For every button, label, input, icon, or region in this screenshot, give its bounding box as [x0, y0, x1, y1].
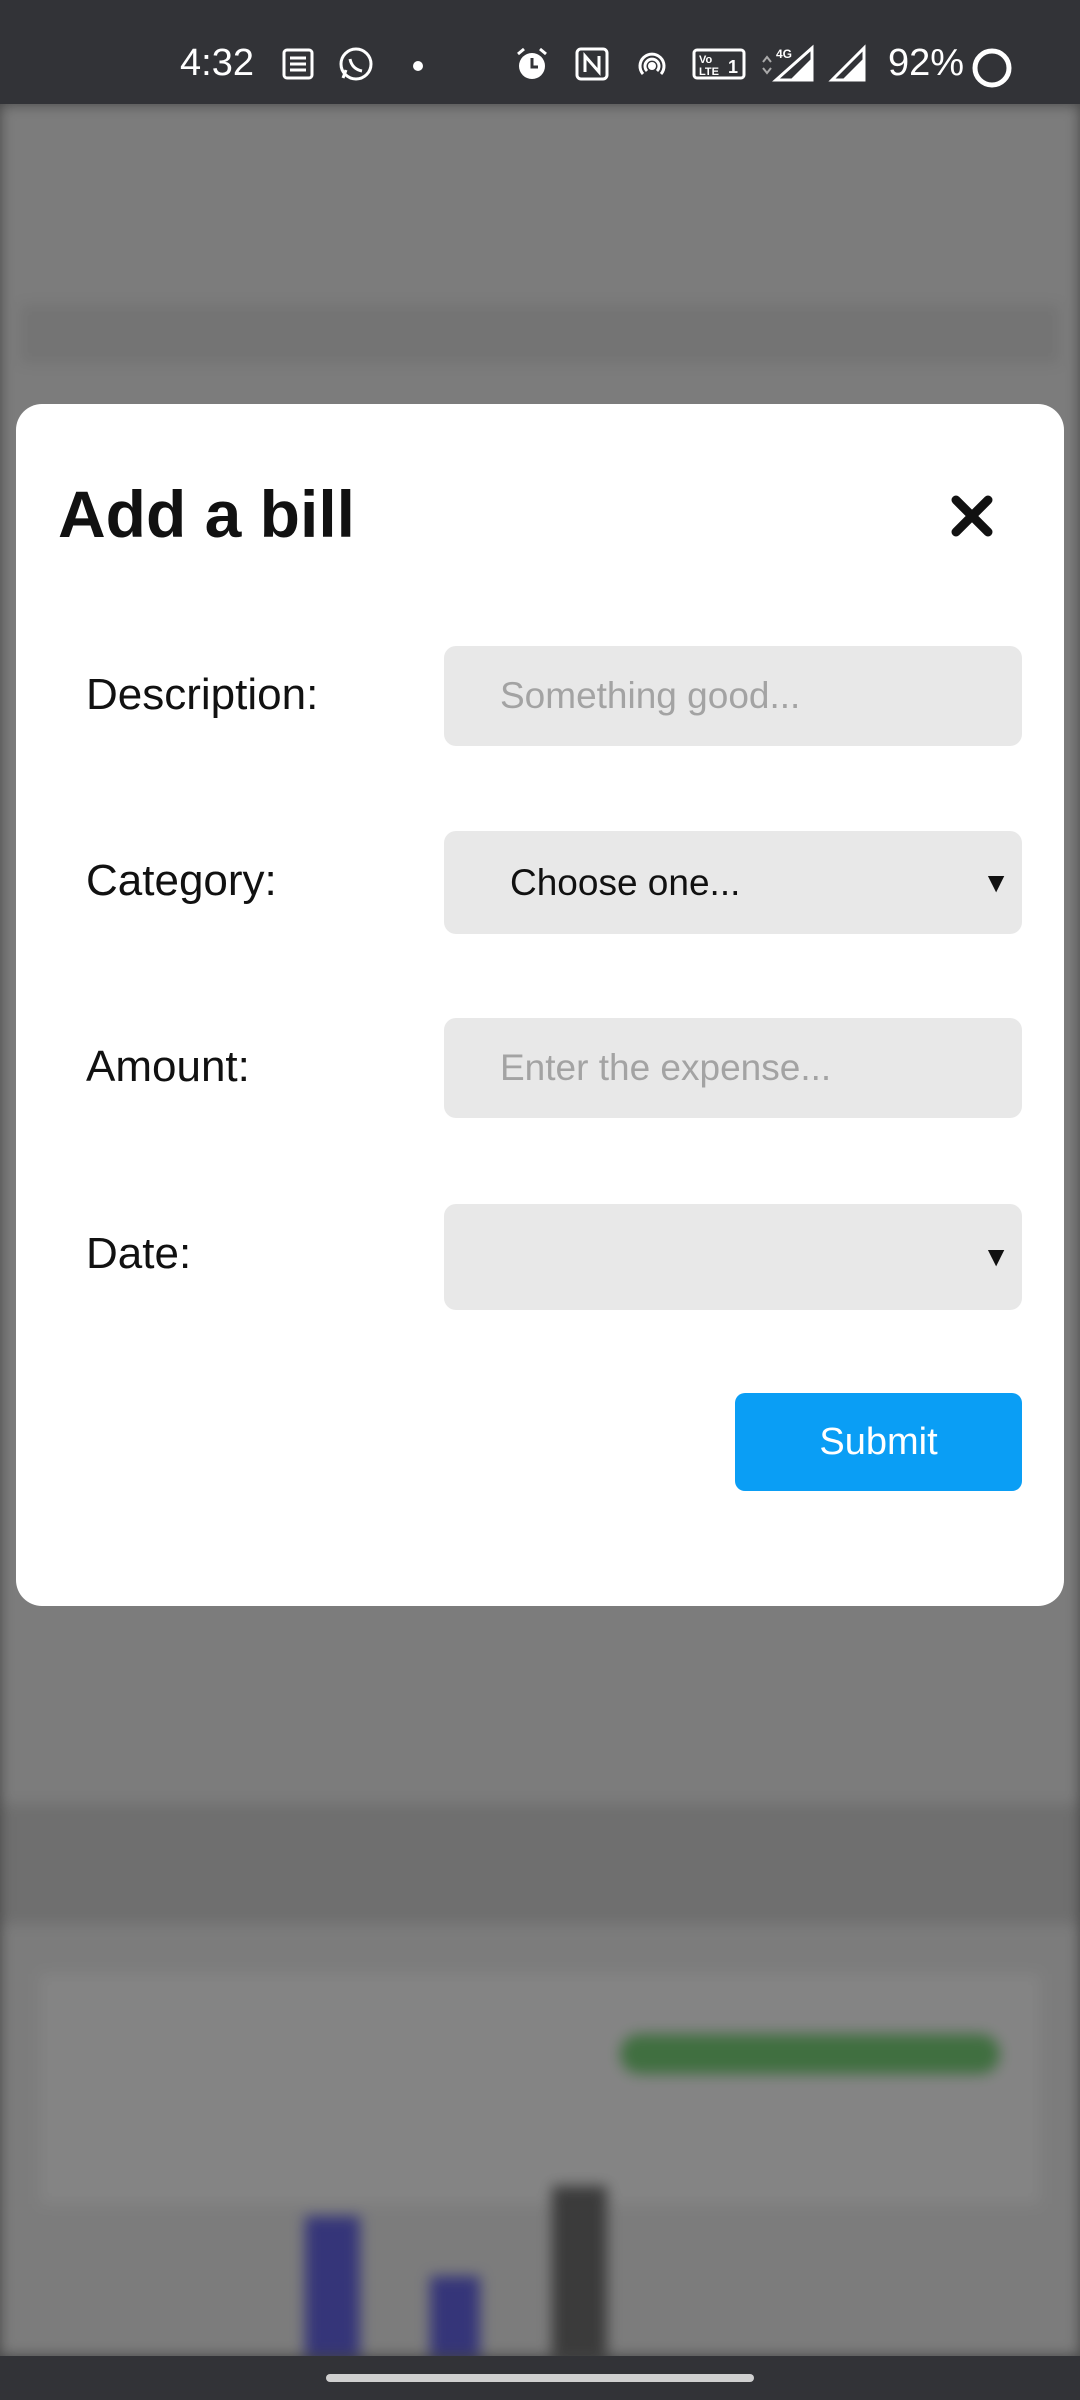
- status-time: 4:32: [180, 42, 254, 84]
- description-placeholder: Something good...: [500, 675, 801, 716]
- news-icon: [282, 48, 314, 80]
- category-label: Category:: [86, 856, 277, 905]
- date-label: Date:: [86, 1229, 192, 1278]
- category-select[interactable]: Choose one... ▼: [444, 831, 1022, 934]
- amount-label: Amount:: [86, 1042, 250, 1091]
- battery-percent: 92%: [888, 42, 965, 84]
- date-select[interactable]: ▼: [444, 1204, 1022, 1310]
- dot-icon: [413, 61, 423, 71]
- modal-title: Add a bill: [58, 477, 355, 551]
- svg-text:4G: 4G: [776, 47, 792, 61]
- alarm-icon: [517, 47, 547, 79]
- amount-input[interactable]: Enter the expense...: [444, 1018, 1022, 1118]
- amount-placeholder: Enter the expense...: [500, 1047, 832, 1088]
- add-bill-modal: Add a bill Description: Something good..…: [16, 404, 1064, 1606]
- battery-ring-icon: [972, 48, 1012, 88]
- description-input[interactable]: Something good...: [444, 646, 1022, 746]
- description-label: Description:: [86, 670, 319, 719]
- close-icon[interactable]: [936, 480, 1008, 552]
- navigation-bar: [0, 2356, 1080, 2400]
- submit-button[interactable]: Submit: [735, 1393, 1022, 1491]
- status-bar: 4:32 Vo LTE 1 4G 92%: [0, 0, 1080, 104]
- svg-text:Vo: Vo: [699, 54, 713, 66]
- home-gesture-handle[interactable]: [326, 2374, 754, 2382]
- signal-icon: [828, 44, 866, 82]
- dropdown-arrow-icon: ▼: [982, 1241, 1010, 1272]
- volte-icon: Vo LTE 1: [692, 48, 746, 80]
- svg-text:LTE: LTE: [699, 66, 719, 78]
- hotspot-icon: [638, 52, 666, 75]
- dropdown-arrow-icon: ▼: [982, 866, 1010, 898]
- signal-4g-icon: 4G: [762, 44, 814, 82]
- svg-text:1: 1: [728, 57, 738, 77]
- category-value: Choose one...: [510, 861, 741, 903]
- nfc-icon: [575, 47, 609, 81]
- whatsapp-icon: [339, 47, 373, 81]
